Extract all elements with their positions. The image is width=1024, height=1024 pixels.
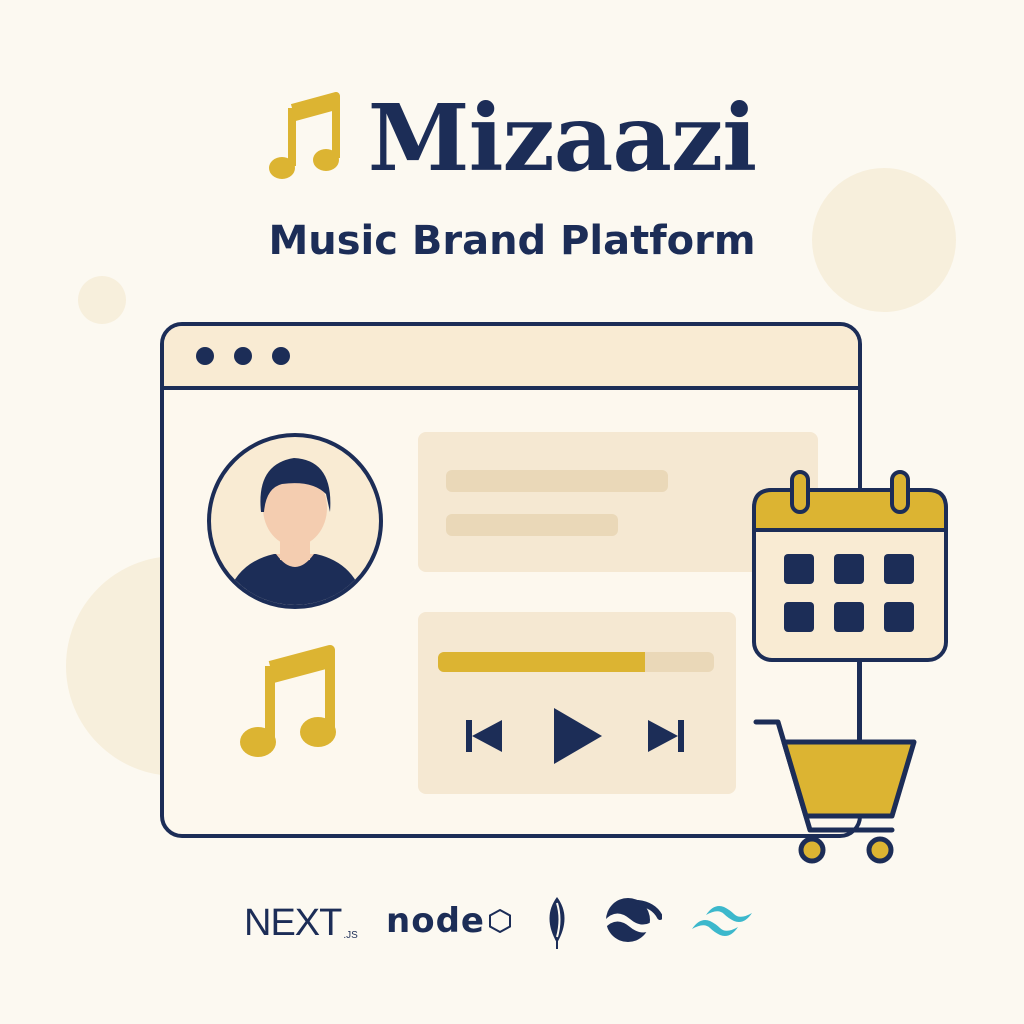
mongodb-leaf-icon: [549, 897, 565, 949]
tailwind-logo-icon: [692, 906, 752, 936]
text-placeholder-line: [446, 514, 618, 536]
nodejs-hexagon-icon: [488, 909, 511, 933]
music-note-icon: [240, 645, 336, 757]
text-placeholder-line: [446, 470, 668, 492]
nextjs-label: NEXT: [244, 902, 342, 944]
shopping-cart-icon: [753, 719, 917, 864]
nodejs-logo: node: [386, 901, 511, 941]
window-dot: [196, 347, 214, 365]
window-dot: [234, 347, 252, 365]
background-circle-small: [78, 276, 126, 324]
music-player-card: [418, 612, 736, 794]
play-icon[interactable]: [550, 704, 606, 768]
avatar: [207, 433, 383, 609]
previous-icon[interactable]: [462, 714, 506, 758]
nodejs-label: node: [386, 901, 485, 941]
brand-header: Mizaazi: [0, 78, 1024, 198]
progress-bar[interactable]: [438, 652, 714, 672]
music-note-icon: [268, 92, 340, 179]
window-dot: [272, 347, 290, 365]
calendar-icon: [752, 470, 948, 662]
progress-fill: [438, 652, 645, 672]
page-subtitle: Music Brand Platform: [268, 218, 756, 264]
next-icon[interactable]: [644, 714, 688, 758]
wave-logo-icon: [604, 898, 662, 942]
brand-title: Mizaazi: [367, 84, 757, 192]
browser-titlebar: [164, 326, 858, 390]
nextjs-logo: NEXT .JS: [244, 899, 358, 943]
tech-stack: NEXT .JS node: [0, 895, 1024, 955]
nextjs-suffix: .JS: [343, 930, 358, 941]
